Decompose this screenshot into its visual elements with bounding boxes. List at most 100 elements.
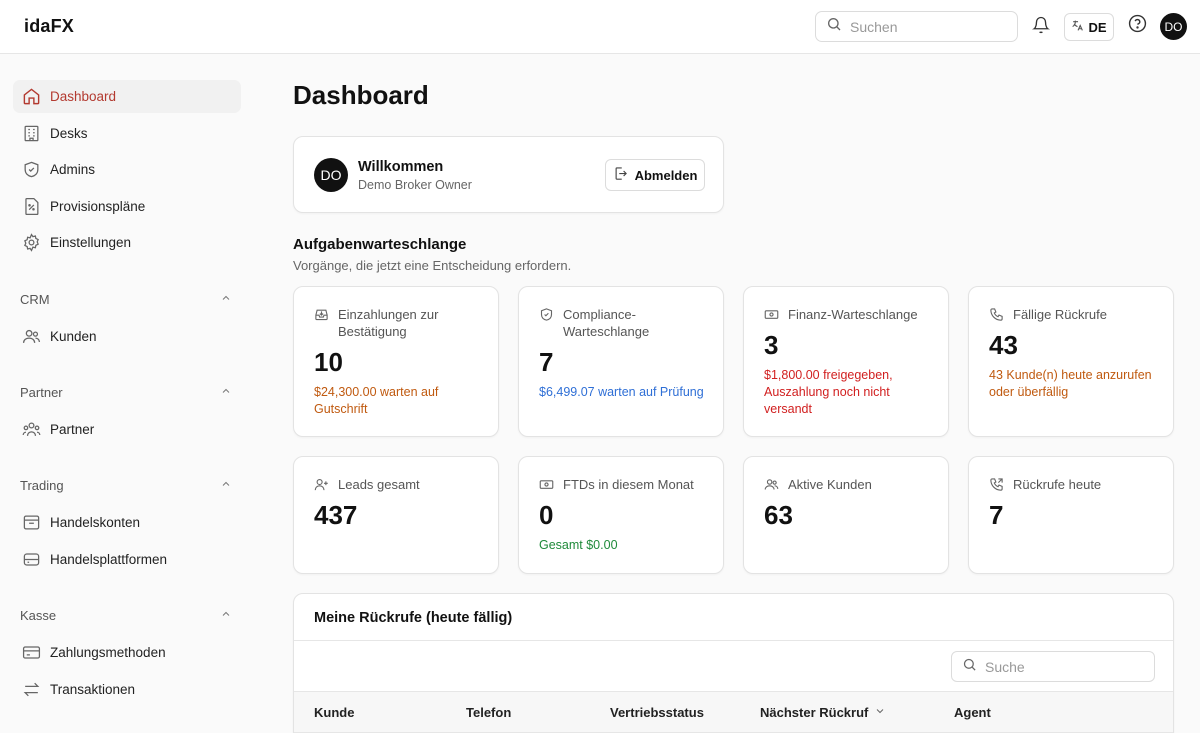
card-value: 7 xyxy=(989,500,1004,530)
sidebar-item-handelsplattformen[interactable]: Handelsplattformen xyxy=(13,543,241,576)
user-avatar[interactable]: DO xyxy=(1160,13,1187,40)
top-bar: idaFX DE DO xyxy=(0,0,1200,54)
percent-document-icon xyxy=(21,197,41,217)
phone-outgoing-icon xyxy=(989,476,1005,493)
arrows-exchange-icon xyxy=(21,680,41,700)
sidebar-item-label: Admins xyxy=(50,162,96,177)
building-icon xyxy=(21,124,41,144)
queue-card-deposits[interactable]: Einzahlungen zur Bestätigung 10 $24,300.… xyxy=(293,286,499,437)
welcome-heading: Willkommen xyxy=(358,159,444,175)
queue-card-finance[interactable]: Finanz-Warteschlange 3 $1,800.00 freigeg… xyxy=(743,286,949,437)
column-header-telefon[interactable]: Telefon xyxy=(466,705,511,720)
card-label: Aktive Kunden xyxy=(788,477,872,492)
card-label: Rückrufe heute xyxy=(1013,477,1102,492)
sidebar-item-transaktionen[interactable]: Transaktionen xyxy=(13,673,241,706)
credit-card-icon xyxy=(21,643,41,663)
sidebar-item-provisionsplaene[interactable]: Provisionspläne xyxy=(13,190,241,223)
card-label: Einzahlungen zur Bestätigung xyxy=(338,307,439,339)
sidebar-item-label: Partner xyxy=(50,422,95,437)
section-toggle-crm[interactable]: CRM xyxy=(20,292,232,307)
sidebar-item-einstellungen[interactable]: Einstellungen xyxy=(13,226,241,259)
chevron-down-icon xyxy=(874,705,886,720)
stat-card-ftds[interactable]: FTDs in diesem Monat 0 Gesamt $0.00 xyxy=(518,456,724,574)
chevron-up-icon xyxy=(220,608,232,623)
sidebar-item-desks[interactable]: Desks xyxy=(13,117,241,150)
column-header-agent[interactable]: Agent xyxy=(954,705,991,720)
card-value: 43 xyxy=(989,330,1018,360)
section-label: Kasse xyxy=(20,608,57,623)
language-button[interactable]: DE xyxy=(1064,13,1114,41)
stat-card-active-clients[interactable]: Aktive Kunden 63 xyxy=(743,456,949,574)
sidebar-item-kunden[interactable]: Kunden xyxy=(13,320,241,353)
queue-card-compliance[interactable]: Compliance-Warteschlange 7 $6,499.07 war… xyxy=(518,286,724,437)
sidebar-item-dashboard[interactable]: Dashboard xyxy=(13,80,241,113)
stat-card-leads[interactable]: Leads gesamt 437 xyxy=(293,456,499,574)
shield-check-icon xyxy=(539,306,555,323)
sidebar-item-label: Dashboard xyxy=(50,89,117,104)
chevron-up-icon xyxy=(220,478,232,493)
card-label: Compliance-Warteschlange xyxy=(563,307,650,339)
user-plus-icon xyxy=(314,476,330,493)
sidebar: Dashboard Desks Admins Provisionspläne E… xyxy=(0,54,260,733)
app-logo[interactable]: idaFX xyxy=(24,16,74,37)
card-note: 43 Kunde(n) heute anzurufen oder überfäl… xyxy=(989,368,1152,399)
sidebar-item-label: Handelskonten xyxy=(50,515,141,530)
sidebar-item-zahlungsmethoden[interactable]: Zahlungsmethoden xyxy=(13,636,241,669)
queue-card-callbacks-due[interactable]: Fällige Rückrufe 43 43 Kunde(n) heute an… xyxy=(968,286,1174,437)
column-header-vertriebsstatus[interactable]: Vertriebsstatus xyxy=(610,705,704,720)
sidebar-item-label: Einstellungen xyxy=(50,235,132,250)
page-title: Dashboard xyxy=(293,80,429,110)
stat-card-callbacks-today[interactable]: Rückrufe heute 7 xyxy=(968,456,1174,574)
notifications-button[interactable] xyxy=(1030,15,1052,39)
help-button[interactable] xyxy=(1127,14,1147,38)
database-icon xyxy=(21,550,41,570)
chevron-up-icon xyxy=(220,292,232,307)
card-value: 10 xyxy=(314,347,343,377)
section-label: Trading xyxy=(20,478,64,493)
table-search-input[interactable] xyxy=(985,658,1135,675)
card-note: $1,800.00 freigegeben, Auszahlung noch n… xyxy=(764,368,893,416)
language-label: DE xyxy=(1088,19,1107,35)
section-toggle-partner[interactable]: Partner xyxy=(20,385,232,400)
column-header-naechster-rueckruf[interactable]: Nächster Rückruf xyxy=(760,705,886,720)
card-label: Finanz-Warteschlange xyxy=(788,307,918,322)
help-icon xyxy=(1128,14,1147,38)
sidebar-item-admins[interactable]: Admins xyxy=(13,153,241,186)
column-header-kunde[interactable]: Kunde xyxy=(314,705,354,720)
home-icon xyxy=(21,87,41,107)
partners-icon xyxy=(21,420,41,440)
card-value: 437 xyxy=(314,500,358,530)
card-value: 63 xyxy=(764,500,793,530)
welcome-card: DO Willkommen Demo Broker Owner Abmelden xyxy=(293,136,724,213)
sidebar-item-partner[interactable]: Partner xyxy=(13,413,241,446)
callbacks-card: Meine Rückrufe (heute fällig) Kunde Tele… xyxy=(293,593,1174,733)
logout-button[interactable]: Abmelden xyxy=(605,159,705,191)
card-note: $6,499.07 warten auf Prüfung xyxy=(539,385,704,399)
shield-icon xyxy=(21,160,41,180)
global-search[interactable] xyxy=(815,11,1018,42)
card-label: FTDs in diesem Monat xyxy=(563,477,694,492)
search-icon xyxy=(962,657,977,677)
card-value: 3 xyxy=(764,330,779,360)
sidebar-item-label: Transaktionen xyxy=(50,682,136,697)
users-icon xyxy=(764,476,780,493)
chevron-up-icon xyxy=(220,385,232,400)
logout-icon xyxy=(613,166,628,184)
table-search[interactable] xyxy=(951,651,1155,682)
sidebar-item-label: Provisionspläne xyxy=(50,199,146,214)
card-label: Fällige Rückrufe xyxy=(1013,307,1107,322)
section-label: CRM xyxy=(20,292,50,307)
archive-box-icon xyxy=(21,513,41,533)
section-label: Partner xyxy=(20,385,63,400)
search-icon xyxy=(826,16,842,37)
sidebar-item-label: Handelsplattformen xyxy=(50,552,168,567)
global-search-input[interactable] xyxy=(850,18,1000,35)
banknote-icon xyxy=(764,306,780,323)
section-toggle-kasse[interactable]: Kasse xyxy=(20,608,232,623)
callbacks-title: Meine Rückrufe (heute fällig) xyxy=(314,610,513,626)
sidebar-item-handelskonten[interactable]: Handelskonten xyxy=(13,506,241,539)
bell-icon xyxy=(1032,15,1050,40)
card-note: Gesamt $0.00 xyxy=(539,538,618,552)
section-toggle-trading[interactable]: Trading xyxy=(20,478,232,493)
phone-icon xyxy=(989,306,1005,323)
